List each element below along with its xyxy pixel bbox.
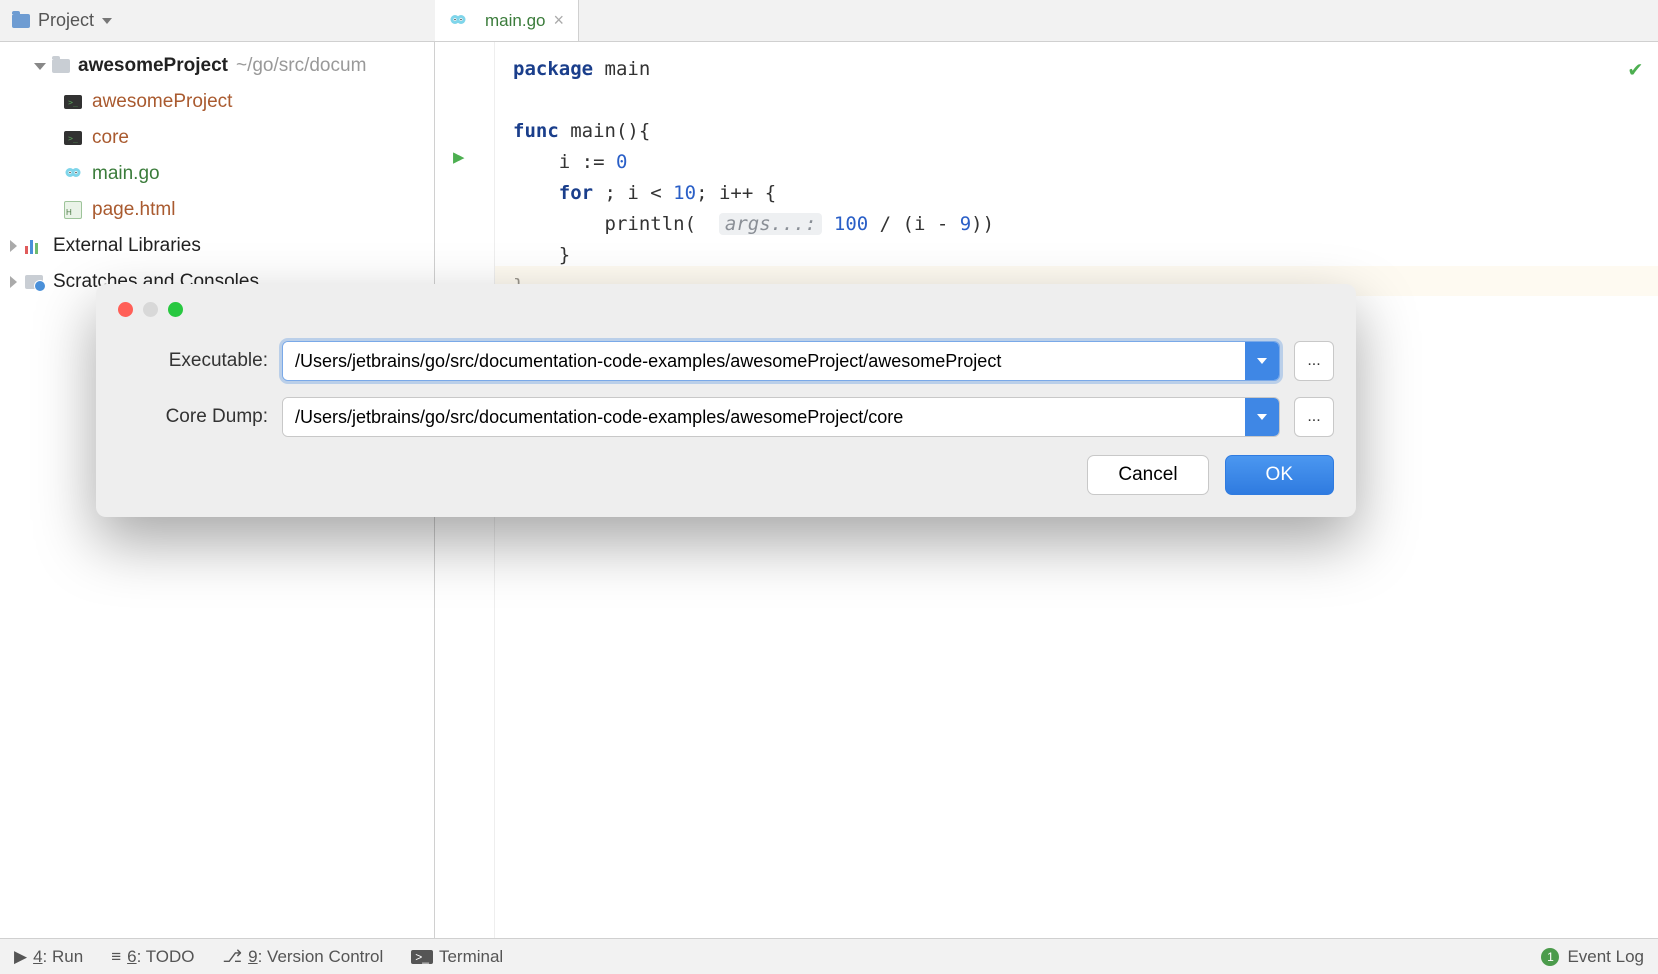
tool-todo[interactable]: ≡ 6: TODO — [111, 947, 194, 967]
tool-run[interactable]: ▶ 4: Run — [14, 947, 83, 967]
tree-item-label: core — [92, 127, 129, 149]
tree-item-main-go[interactable]: main.go — [0, 156, 434, 192]
project-selector[interactable]: Project — [0, 0, 124, 41]
terminal-icon: >_ — [411, 950, 433, 964]
executable-row: Executable: ... — [118, 341, 1334, 381]
event-log-label: Event Log — [1567, 947, 1644, 967]
executable-browse-button[interactable]: ... — [1294, 341, 1334, 381]
binary-icon — [64, 95, 82, 109]
coredump-row: Core Dump: ... — [118, 397, 1334, 437]
coredump-combo[interactable] — [282, 397, 1280, 437]
project-root-name: awesomeProject — [78, 55, 228, 77]
coredump-label: Core Dump: — [118, 406, 268, 428]
executable-input[interactable] — [283, 342, 1245, 380]
chevron-right-icon — [10, 276, 17, 288]
go-file-icon — [64, 165, 82, 183]
coredump-dropdown-button[interactable] — [1245, 398, 1279, 436]
play-icon: ▶ — [14, 947, 27, 967]
tree-item-label: page.html — [92, 199, 175, 221]
project-label: Project — [38, 10, 94, 31]
go-file-icon — [449, 12, 467, 30]
tree-item-core[interactable]: core — [0, 120, 434, 156]
html-file-icon: H — [64, 201, 82, 219]
event-log-badge: 1 — [1541, 948, 1559, 966]
folder-icon — [52, 59, 70, 73]
external-libraries[interactable]: External Libraries — [0, 228, 434, 264]
code-line — [513, 85, 1640, 116]
run-gutter-icon[interactable]: ▶ — [453, 142, 464, 173]
editor-tab-main-go[interactable]: main.go × — [435, 0, 579, 41]
minimize-window-icon[interactable] — [143, 302, 158, 317]
tree-item-label: main.go — [92, 163, 160, 185]
close-window-icon[interactable] — [118, 302, 133, 317]
ok-button[interactable]: OK — [1225, 455, 1334, 495]
binary-icon — [64, 131, 82, 145]
code-line: println( args...: 100 / (i - 9)) — [513, 209, 1640, 240]
executable-label: Executable: — [118, 350, 268, 372]
editor-tabs: main.go × — [435, 0, 1658, 42]
chevron-down-icon — [102, 18, 112, 24]
folder-icon — [12, 14, 30, 28]
window-controls — [118, 302, 1334, 317]
tool-terminal[interactable]: >_ Terminal — [411, 947, 503, 967]
code-line: for ; i < 10; i++ { — [513, 178, 1640, 209]
coredump-input[interactable] — [283, 398, 1245, 436]
executable-combo[interactable] — [282, 341, 1280, 381]
event-log[interactable]: 1 Event Log — [1541, 947, 1644, 967]
zoom-window-icon[interactable] — [168, 302, 183, 317]
list-icon: ≡ — [111, 947, 121, 967]
code-line: i := 0 — [513, 147, 1640, 178]
project-root[interactable]: awesomeProject ~/go/src/docum — [0, 48, 434, 84]
tree-item-awesomeproject-bin[interactable]: awesomeProject — [0, 84, 434, 120]
chevron-down-icon — [34, 63, 46, 70]
core-dump-dialog: Executable: ... Core Dump: ... Cancel OK — [96, 284, 1356, 517]
cancel-button[interactable]: Cancel — [1087, 455, 1208, 495]
bottom-bar: ▶ 4: Run ≡ 6: TODO ⎇ 9: Version Control … — [0, 938, 1658, 974]
dialog-buttons: Cancel OK — [118, 455, 1334, 495]
scratch-icon — [25, 275, 43, 289]
executable-dropdown-button[interactable] — [1245, 342, 1279, 380]
editor-tab-label: main.go — [485, 11, 545, 31]
close-icon[interactable]: × — [553, 10, 564, 31]
project-root-path: ~/go/src/docum — [236, 55, 366, 77]
coredump-browse-button[interactable]: ... — [1294, 397, 1334, 437]
external-libraries-label: External Libraries — [53, 235, 201, 257]
tree-item-label: awesomeProject — [92, 91, 232, 113]
code-line: package main — [513, 54, 1640, 85]
chevron-down-icon — [1257, 358, 1267, 364]
tool-version-control[interactable]: ⎇ 9: Version Control — [223, 947, 384, 967]
tree-item-page-html[interactable]: H page.html — [0, 192, 434, 228]
chevron-right-icon — [10, 240, 17, 252]
chevron-down-icon — [1257, 414, 1267, 420]
library-icon — [25, 238, 43, 254]
branch-icon: ⎇ — [223, 947, 243, 967]
code-line: func main(){ — [513, 116, 1640, 147]
